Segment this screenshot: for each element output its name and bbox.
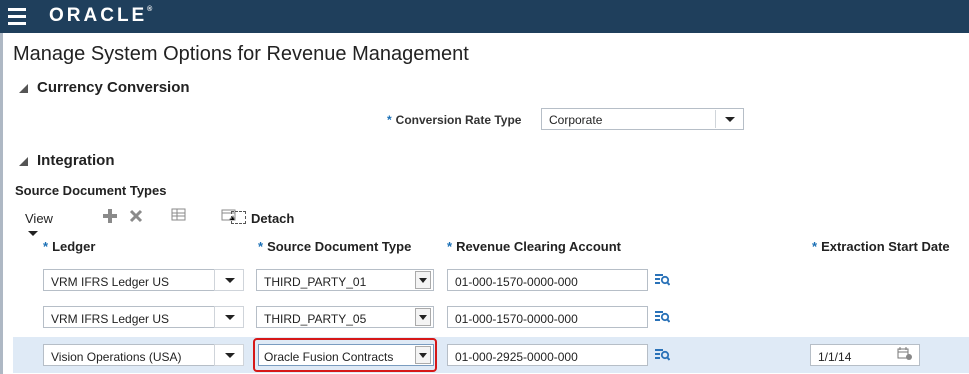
table-row-selected[interactable]: Vision Operations (USA) Oracle Fusion Co… [13, 337, 969, 373]
revenue-clearing-account-input[interactable]: 01-000-1570-0000-000 [447, 306, 648, 328]
source-document-type-value: THIRD_PARTY_05 [264, 312, 367, 326]
revenue-clearing-account-input[interactable]: 01-000-2925-0000-000 [447, 344, 648, 366]
source-document-type-dropdown[interactable] [415, 308, 431, 326]
account-value: 01-000-1570-0000-000 [455, 312, 578, 326]
column-header-ledger-label: Ledger [52, 239, 96, 254]
ledger-value: VRM IFRS Ledger US [51, 275, 170, 289]
conversion-rate-type-label: * Conversion Rate Type [387, 113, 521, 127]
account-value: 01-000-2925-0000-000 [455, 350, 578, 364]
conversion-rate-type-select[interactable]: Corporate [541, 108, 744, 130]
chevron-down-icon [225, 315, 235, 320]
integration-title: Integration [37, 152, 115, 169]
account-search-icon[interactable] [654, 347, 670, 361]
chevron-down-icon [419, 278, 427, 283]
extraction-start-date-value: 1/1/14 [818, 350, 852, 364]
delete-row-icon[interactable] [129, 209, 143, 223]
oracle-logo[interactable]: ORACLE ® [49, 5, 152, 27]
account-search-icon[interactable] [654, 272, 670, 286]
chevron-down-icon [725, 117, 735, 122]
chevron-down-icon [419, 315, 427, 320]
view-menu[interactable]: View [25, 211, 53, 241]
conversion-rate-type-dropdown-button[interactable] [715, 110, 742, 128]
freeze-columns-icon[interactable] [171, 207, 187, 223]
ledger-input[interactable]: Vision Operations (USA) [43, 344, 215, 366]
add-row-icon[interactable] [103, 209, 117, 223]
ledger-input[interactable]: VRM IFRS Ledger US [43, 306, 215, 328]
logo-text: ORACLE [49, 5, 148, 26]
source-document-type-value: THIRD_PARTY_01 [264, 275, 367, 289]
conversion-rate-type-value: Corporate [549, 113, 603, 127]
ledger-value: Vision Operations (USA) [51, 350, 182, 364]
collapse-triangle-icon[interactable] [19, 83, 28, 93]
chevron-down-icon [28, 231, 38, 236]
source-document-type-select[interactable]: THIRD_PARTY_05 [256, 306, 434, 328]
ledger-dropdown-button[interactable] [214, 269, 244, 291]
required-icon: * [258, 239, 264, 254]
required-icon: * [812, 239, 818, 254]
detach-label: Detach [251, 211, 295, 226]
column-header-extraction-start-date-label: Extraction Start Date [821, 239, 950, 254]
ledger-dropdown-button[interactable] [214, 344, 244, 366]
page-title: Manage System Options for Revenue Manage… [13, 43, 469, 65]
account-search-icon[interactable] [654, 309, 670, 323]
currency-conversion-section-header[interactable]: Currency Conversion [19, 79, 190, 96]
ledger-dropdown-button[interactable] [214, 306, 244, 328]
required-icon: * [387, 113, 392, 127]
chevron-down-icon [225, 353, 235, 358]
table-row[interactable]: VRM IFRS Ledger US THIRD_PARTY_01 01-000… [13, 262, 969, 298]
table-row[interactable]: VRM IFRS Ledger US THIRD_PARTY_05 01-000… [13, 299, 969, 335]
column-header-source-document-type-label: Source Document Type [267, 239, 412, 254]
required-icon: * [43, 239, 49, 254]
highlight-box [253, 338, 437, 372]
ledger-input[interactable]: VRM IFRS Ledger US [43, 269, 215, 291]
revenue-clearing-account-input[interactable]: 01-000-1570-0000-000 [447, 269, 648, 291]
chevron-down-icon [225, 278, 235, 283]
ledger-value: VRM IFRS Ledger US [51, 312, 170, 326]
detach-icon [231, 211, 246, 224]
page-content: Manage System Options for Revenue Manage… [0, 33, 969, 374]
source-document-type-dropdown[interactable] [415, 271, 431, 289]
collapse-triangle-icon[interactable] [19, 156, 28, 166]
view-menu-label: View [25, 211, 53, 226]
calendar-icon[interactable] [897, 347, 913, 361]
currency-conversion-title: Currency Conversion [37, 79, 190, 96]
integration-section-header[interactable]: Integration [19, 152, 115, 169]
top-bar: ORACLE ® [0, 0, 969, 33]
detach-button[interactable]: Detach [231, 211, 295, 226]
conversion-rate-type-label-text: Conversion Rate Type [395, 113, 522, 127]
required-icon: * [447, 239, 453, 254]
account-value: 01-000-1570-0000-000 [455, 275, 578, 289]
source-document-type-select[interactable]: THIRD_PARTY_01 [256, 269, 434, 291]
logo-registered-mark: ® [147, 6, 156, 13]
column-header-revenue-clearing-account-label: Revenue Clearing Account [456, 239, 622, 254]
source-document-types-title: Source Document Types [15, 183, 167, 198]
hamburger-menu-icon[interactable] [8, 8, 26, 25]
